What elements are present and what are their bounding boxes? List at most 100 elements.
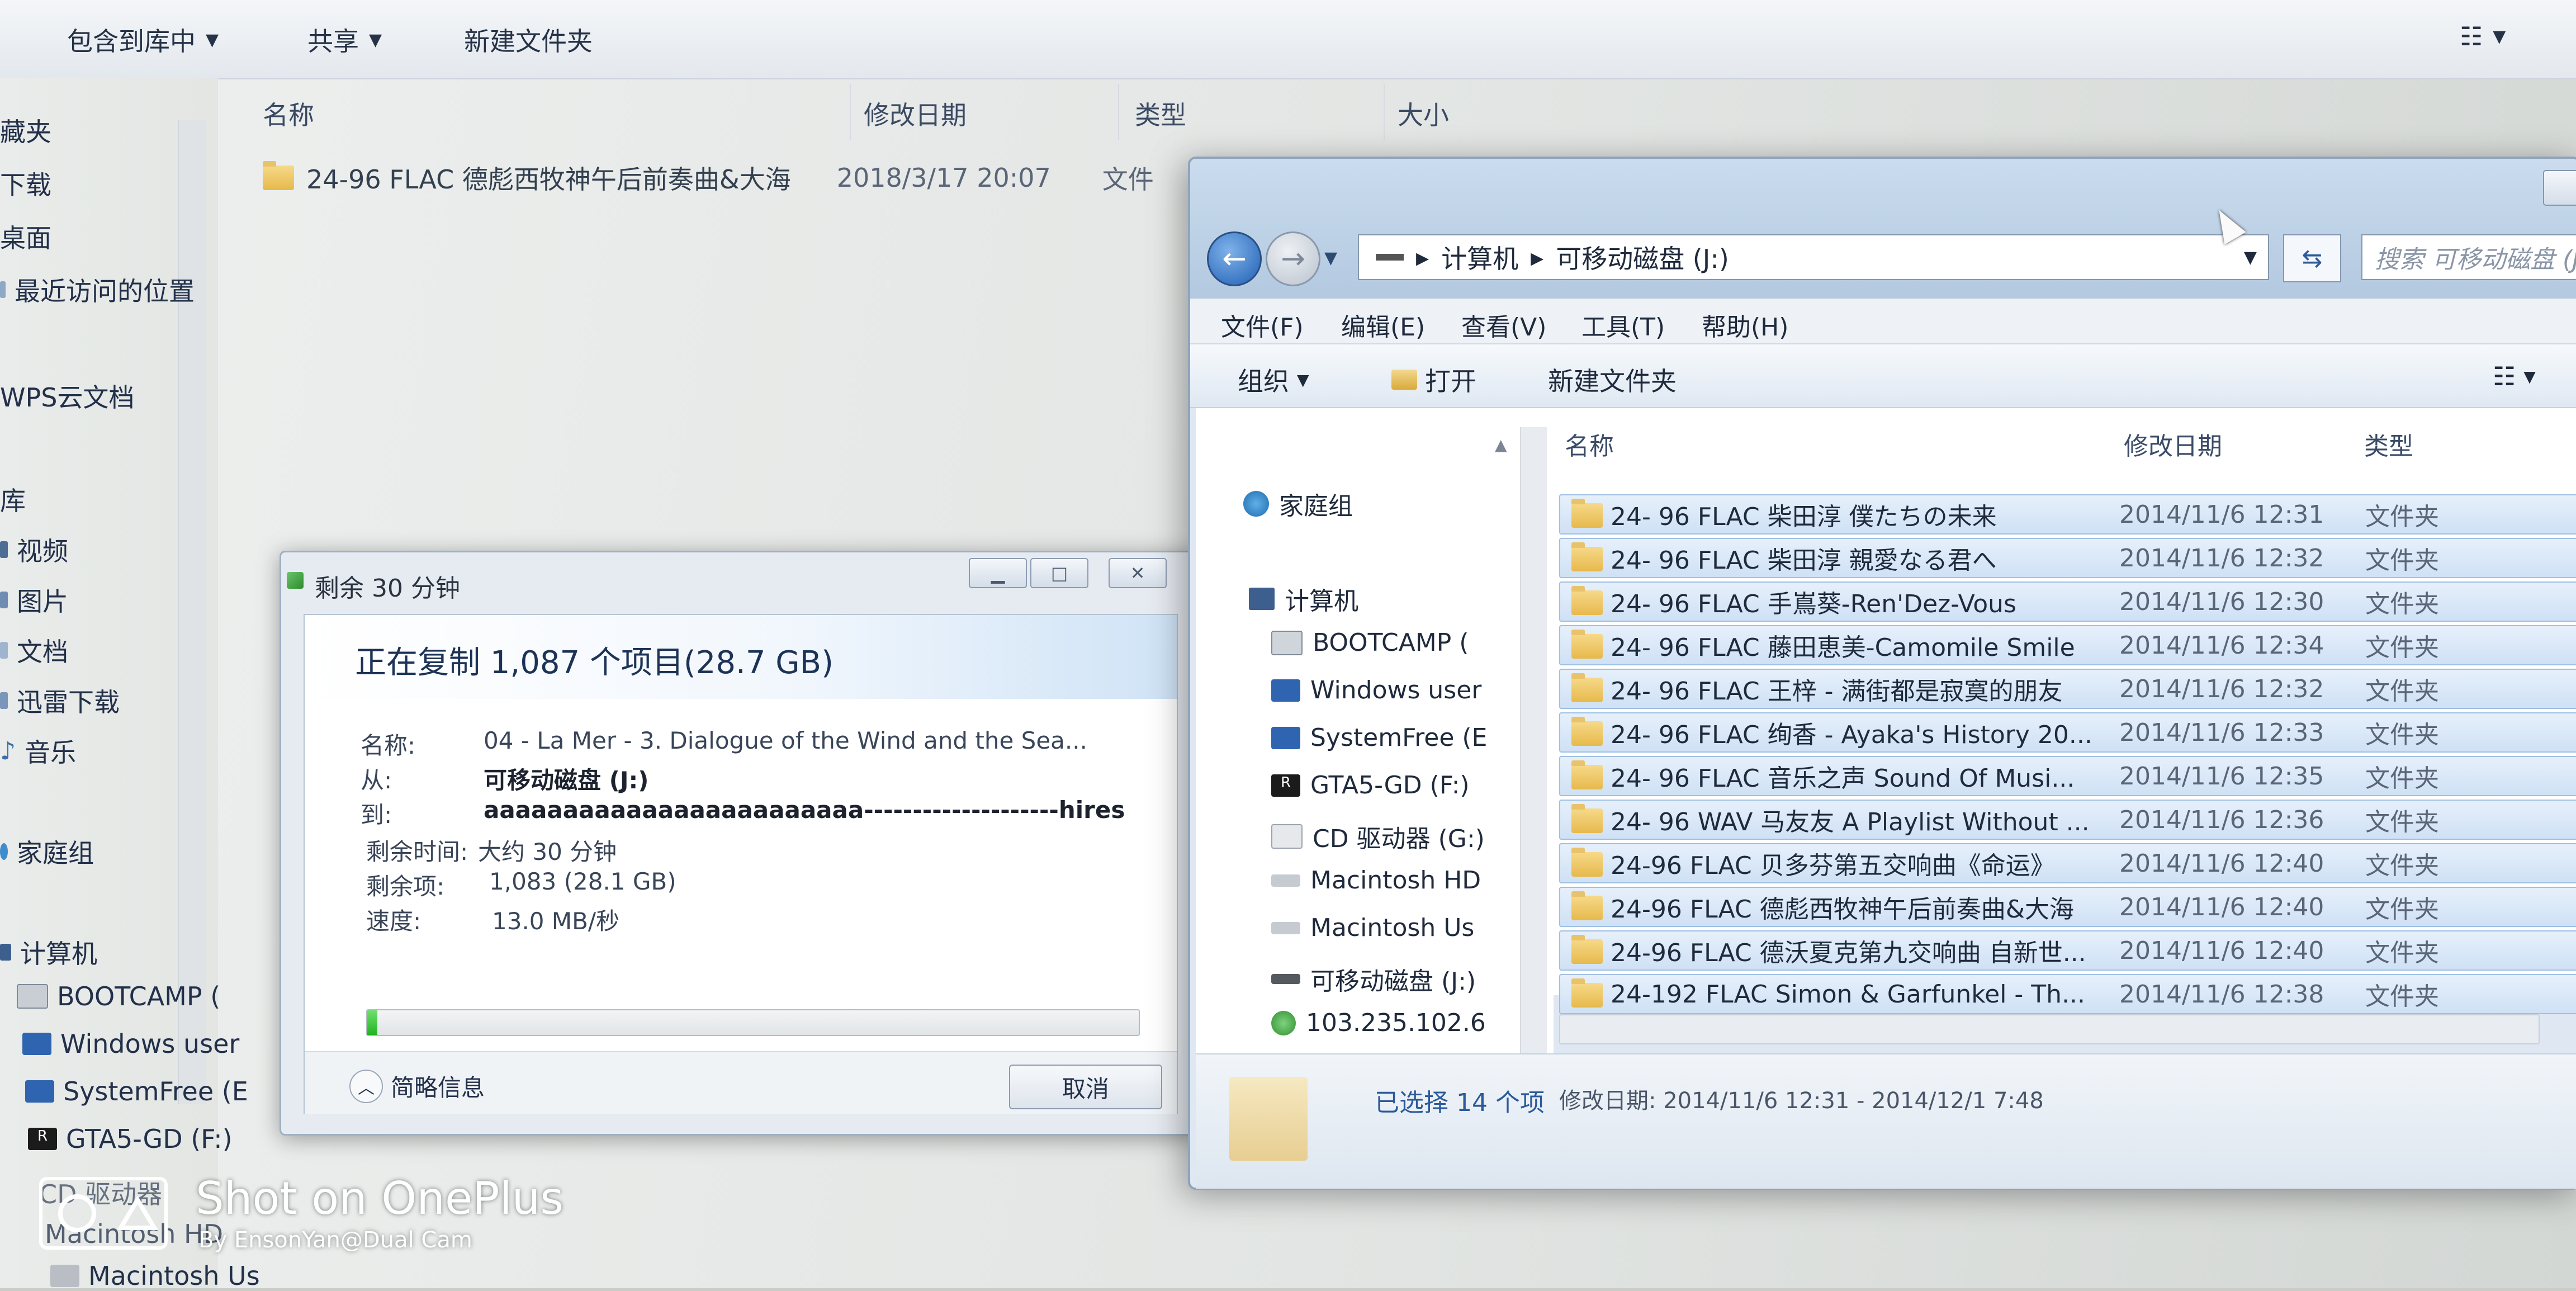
new-folder-button[interactable]: 新建文件夹	[1548, 361, 1677, 398]
list-item[interactable]: 24- 96 WAV 马友友 A Playlist Without ... 201…	[1559, 800, 2576, 840]
nav-drive-bootcamp[interactable]: BOOTCAMP (	[1271, 628, 1469, 657]
nav-videos[interactable]: 视频	[0, 531, 68, 568]
column-size[interactable]: 大小	[1398, 95, 1449, 132]
horizontal-scrollbar[interactable]	[1559, 1014, 2540, 1044]
file-type: 文件夹	[2365, 852, 2439, 880]
file-modified: 2014/11/6 12:40	[2119, 849, 2324, 878]
column-type[interactable]: 类型	[1135, 95, 1186, 132]
scroll-up-icon[interactable]: ▲	[1495, 436, 1507, 454]
new-folder-label: 新建文件夹	[464, 26, 593, 56]
breadcrumb-drive[interactable]: 可移动磁盘 (J:)	[1556, 239, 1729, 276]
minimize-button[interactable]: ▁	[969, 558, 1027, 588]
nav-drive-windows[interactable]: Windows user	[1271, 676, 1481, 704]
list-item[interactable]: 24-96 FLAC 德沃夏克第九交响曲 自新世... 2014/11/6 12:…	[1559, 930, 2576, 971]
nav-downloads[interactable]: 下载	[0, 165, 51, 202]
organize-button[interactable]: 组织 ▼	[1238, 361, 1309, 398]
include-in-library-button[interactable]: 包含到库中 ▼	[67, 21, 219, 58]
file-modified: 2014/11/6 12:34	[2119, 631, 2324, 660]
menu-tools[interactable]: 工具(T)	[1581, 307, 1665, 343]
share-button[interactable]: 共享 ▼	[307, 21, 382, 58]
file-type: 文件	[1102, 164, 1154, 195]
nav-label: 家庭组	[17, 838, 94, 868]
list-item[interactable]: 24- 96 FLAC 柴田淳 親愛なる君へ 2014/11/6 12:32 文件夹	[1559, 538, 2576, 578]
address-dropdown-icon[interactable]: ▼	[2244, 248, 2257, 267]
chevron-down-icon: ▼	[369, 30, 382, 50]
nav-pictures[interactable]: 图片	[0, 581, 68, 618]
column-modified[interactable]: 修改日期	[864, 95, 967, 132]
view-icon: ☷	[2460, 21, 2483, 51]
front-nav-scrollbar[interactable]	[1520, 427, 1547, 1087]
nav-desktop[interactable]: 桌面	[0, 218, 51, 255]
less-details-toggle[interactable]: ︿ 简略信息	[349, 1069, 485, 1103]
nav-drive-removable[interactable]: 可移动磁盘 (J:)	[1271, 961, 1476, 997]
picture-icon	[0, 592, 8, 608]
value-from[interactable]: 可移动磁盘 (J:)	[484, 762, 648, 796]
column-type[interactable]: 类型	[2364, 426, 2413, 462]
list-item[interactable]: 24- 96 FLAC 柴田淳 僕たちの未来 2014/11/6 12:31 文件夹	[1559, 494, 2576, 535]
nav-wps-cloud[interactable]: WPS云文档	[0, 377, 134, 414]
nav-recent-places[interactable]: 最近访问的位置	[0, 271, 195, 308]
view-options-button[interactable]: ☷ ▼	[2493, 361, 2536, 391]
refresh-button[interactable]: ⇆	[2283, 234, 2341, 282]
nav-favorites[interactable]: 藏夹	[0, 112, 51, 149]
cancel-button[interactable]: 取消	[1009, 1065, 1162, 1109]
nav-music[interactable]: ♪ 音乐	[0, 732, 76, 769]
column-modified[interactable]: 修改日期	[2124, 426, 2222, 462]
minimize-button[interactable]	[2543, 170, 2576, 206]
list-item[interactable]: 24- 96 FLAC 藤田恵美-Camomile Smile 2014/11/6…	[1559, 625, 2576, 665]
breadcrumb-computer[interactable]: 计算机	[1441, 239, 1518, 276]
back-nav-scrollbar[interactable]	[178, 120, 206, 1104]
nav-computer[interactable]: 计算机	[0, 934, 97, 971]
folder-icon	[1571, 542, 1603, 571]
list-item[interactable]: 24- 96 FLAC 绚香 - Ayaka's History 20... 20…	[1559, 712, 2576, 753]
nav-homegroup[interactable]: 家庭组	[1243, 486, 1353, 522]
nav-drive-systemfree[interactable]: SystemFree (E	[25, 1076, 248, 1106]
watermark-byline: By EnsonYan@Dual Cam	[198, 1227, 472, 1253]
address-bar[interactable]: ▸ 计算机 ▸ 可移动磁盘 (J:) ▼	[1358, 234, 2269, 280]
list-item[interactable]: 24- 96 FLAC 王梓 - 满街都是寂寞的朋友 2014/11/6 12:3…	[1559, 669, 2576, 709]
menu-help[interactable]: 帮助(H)	[1702, 307, 1788, 343]
nav-network-drive[interactable]: 103.235.102.6	[1271, 1009, 1486, 1037]
share-label: 共享	[307, 26, 359, 56]
nav-homegroup[interactable]: 家庭组	[0, 833, 94, 870]
close-button[interactable]: ✕	[1109, 558, 1167, 588]
new-folder-button[interactable]: 新建文件夹	[464, 21, 593, 58]
nav-thunder-downloads[interactable]: 迅雷下载	[0, 682, 120, 719]
nav-drive-gta5[interactable]: R GTA5-GD (F:)	[28, 1124, 233, 1154]
list-item[interactable]: 24-96 FLAC 贝多芬第五交响曲《命运》 2014/11/6 12:40 文件…	[1559, 843, 2576, 883]
menu-file[interactable]: 文件(F)	[1221, 307, 1304, 343]
file-modified: 2014/11/6 12:31	[2119, 500, 2324, 529]
maximize-button[interactable]: □	[1030, 558, 1088, 588]
forward-button[interactable]: →	[1266, 231, 1320, 286]
list-item[interactable]: 24- 96 FLAC 音乐之声 Sound Of Musi... 2014/11…	[1559, 756, 2576, 796]
nav-computer[interactable]: 计算机	[1249, 581, 1358, 617]
column-name[interactable]: 名称	[263, 95, 314, 132]
file-type: 文件夹	[2365, 590, 2439, 618]
back-file-row[interactable]: 24-96 FLAC 德彪西牧神午后前奏曲&大海 2018/3/17 20:07…	[263, 159, 1154, 196]
nav-drive-systemfree[interactable]: SystemFree (E	[1271, 723, 1487, 752]
menu-edit[interactable]: 编辑(E)	[1341, 307, 1425, 343]
back-button[interactable]: ←	[1207, 231, 1262, 286]
open-button[interactable]: 打开	[1391, 361, 1476, 398]
label-to: 到:	[361, 801, 392, 829]
list-item[interactable]: 24-96 FLAC 德彪西牧神午后前奏曲&大海 2014/11/6 12:40 文…	[1559, 887, 2576, 927]
recent-pages-chevron-icon[interactable]: ▼	[1324, 248, 1337, 268]
nav-documents[interactable]: 文档	[0, 632, 68, 669]
nav-libraries[interactable]: 库	[0, 481, 26, 518]
nav-drive-bootcamp[interactable]: BOOTCAMP (	[17, 981, 220, 1011]
search-input[interactable]: 搜索 可移动磁盘 (J:)	[2361, 234, 2576, 280]
column-name[interactable]: 名称	[1565, 426, 1614, 462]
list-item[interactable]: 24-192 FLAC Simon & Garfunkel - Th... 201…	[1559, 974, 2576, 1014]
nav-drive-cd[interactable]: CD 驱动器 (G:)	[1271, 819, 1485, 854]
menu-view[interactable]: 查看(V)	[1461, 307, 1546, 343]
view-options-button[interactable]: ☷ ▼	[2460, 21, 2506, 51]
nav-drive-windows[interactable]: Windows user	[22, 1029, 239, 1059]
nav-drive-gta5[interactable]: R GTA5-GD (F:)	[1271, 771, 1470, 800]
nav-drive-macintosh-hd[interactable]: Macintosh HD	[1271, 866, 1481, 895]
list-item[interactable]: 24- 96 FLAC 手嶌葵-Ren'Dez-Vous 2014/11/6 12…	[1559, 581, 2576, 622]
arrow-right-icon: →	[1281, 242, 1305, 276]
nav-drive-macintosh-us[interactable]: Macintosh Us	[50, 1261, 260, 1291]
nav-drive-macintosh-us[interactable]: Macintosh Us	[1271, 914, 1474, 942]
file-name: 24- 96 FLAC 王梓 - 满街都是寂寞的朋友	[1611, 677, 2063, 706]
value-to[interactable]: aaaaaaaaaaaaaaaaaaaaaaaa----------------…	[484, 796, 1125, 824]
